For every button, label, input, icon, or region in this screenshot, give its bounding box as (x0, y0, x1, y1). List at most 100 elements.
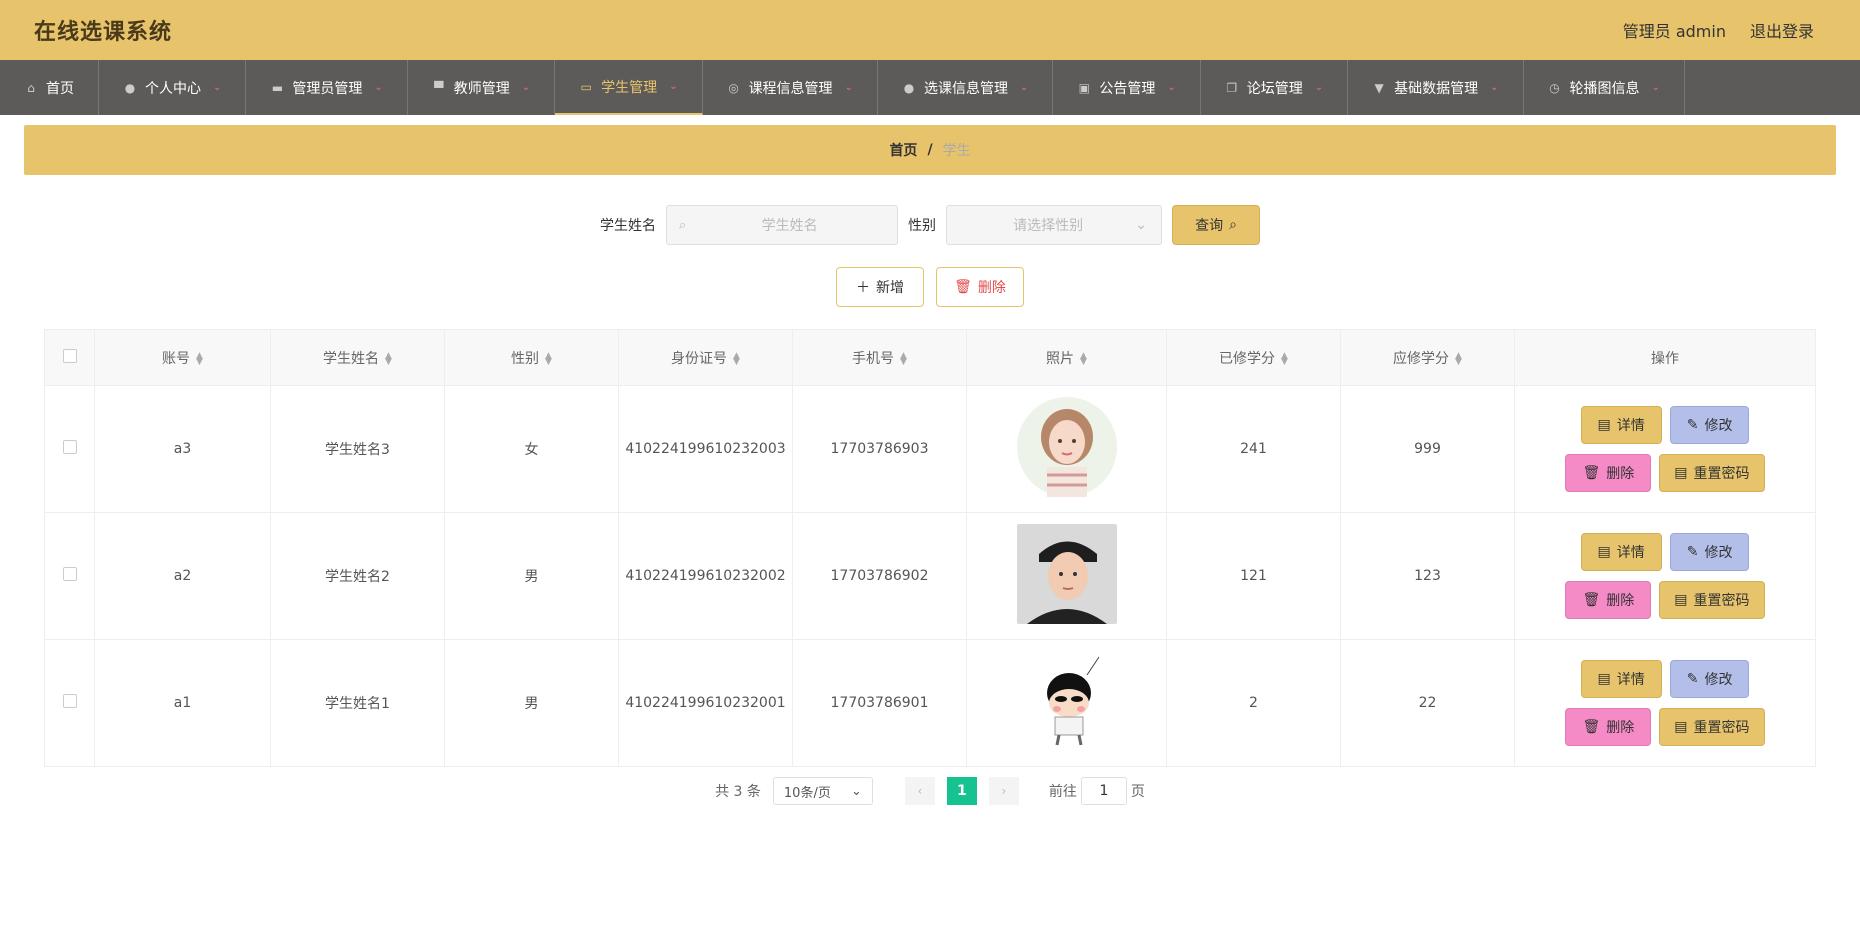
cell-earned: 241 (1166, 385, 1341, 513)
chevron-down-icon: ⌄ (1490, 82, 1499, 93)
nav-label: 教师管理 (453, 80, 510, 97)
nav-item-teachers[interactable]: ▀ 教师管理 ⌄ (408, 60, 556, 115)
reset-password-button[interactable]: ▤ 重置密码 (1659, 708, 1765, 746)
pencil-icon: ✎ (1686, 417, 1699, 433)
row-select-cell (44, 385, 95, 513)
cartoon-boy-image[interactable] (1016, 651, 1117, 751)
reset-password-button[interactable]: ▤ 重置密码 (1659, 581, 1765, 619)
col-phone[interactable]: 手机号 ▲ ▼ (792, 329, 967, 386)
name-search-input[interactable]: ⌕ 学生姓名 (666, 205, 898, 245)
search-bar: 学生姓名 ⌕ 学生姓名 性别 请选择性别 ⌄ 查询 ⌕ (24, 205, 1836, 245)
delete-button[interactable]: 🗑 删除 (936, 267, 1024, 307)
trash-icon: 🗑 (1582, 465, 1601, 481)
table-row: a1 学生姓名1 男 410224199610232001 1770378690… (44, 639, 1816, 767)
cell-required: 22 (1340, 639, 1515, 767)
logout-link[interactable]: 退出登录 (1750, 18, 1814, 42)
col-earned[interactable]: 已修学分 ▲ ▼ (1166, 329, 1341, 386)
nav-label: 首页 (46, 80, 74, 97)
action-bar: ＋ 新增 🗑 删除 (24, 267, 1836, 307)
edit-button[interactable]: ✎ 修改 (1669, 406, 1750, 444)
edit-button[interactable]: ✎ 修改 (1669, 660, 1750, 698)
nav-item-selections[interactable]: ● 选课信息管理 ⌄ (878, 60, 1054, 115)
detail-button[interactable]: ▤ 详情 (1580, 660, 1662, 698)
chevron-down-icon: ⌄ (669, 81, 678, 92)
nav-item-students[interactable]: ▭ 学生管理 ⌄ (555, 60, 703, 115)
nav-label: 论坛管理 (1246, 80, 1303, 97)
compass-icon: ◎ (728, 80, 739, 95)
detail-button[interactable]: ▤ 详情 (1580, 533, 1662, 571)
select-all-checkbox[interactable] (62, 348, 77, 363)
row-checkbox[interactable] (62, 440, 77, 454)
sort-icon: ▲ ▼ (545, 350, 552, 367)
document-icon: ▤ (1597, 544, 1611, 560)
cell-name: 学生姓名1 (270, 639, 445, 767)
col-gender[interactable]: 性别 ▲ ▼ (444, 329, 619, 386)
page-size-select[interactable]: 10条/页 ⌄ (772, 777, 873, 805)
sort-icon: ▲ ▼ (733, 350, 740, 367)
nav-label: 学生管理 (601, 79, 658, 96)
sort-icon: ▲ ▼ (1455, 350, 1462, 367)
prev-page-button[interactable]: ‹ (904, 777, 935, 805)
clock-icon: ◷ (1549, 80, 1560, 95)
row-delete-button[interactable]: 🗑 删除 (1565, 581, 1652, 619)
user-label: 管理员 admin (1622, 22, 1726, 41)
page-size-value: 10条/页 (783, 785, 831, 801)
breadcrumb: 首页 / 学生 (24, 125, 1836, 175)
girl-avatar-image[interactable] (1016, 397, 1117, 497)
cell-gender: 男 (444, 639, 619, 767)
row-checkbox[interactable] (62, 567, 77, 581)
pencil-icon: ✎ (1686, 544, 1699, 560)
nav-item-forum[interactable]: ❐ 论坛管理 ⌄ (1201, 60, 1349, 115)
student-table: 账号 ▲ ▼ 学生姓名 ▲ ▼ 性别 ▲ ▼ 身份证号 ▲ ▼ 手机号 ▲ ▼ 照片 ▲ ▼ 已修学分 ▲… (44, 329, 1816, 767)
reset-password-button[interactable]: ▤ 重置密码 (1659, 454, 1765, 492)
col-idcard[interactable]: 身份证号 ▲ ▼ (618, 329, 793, 386)
cell-name: 学生姓名3 (270, 385, 445, 513)
delete-label: 删除 (977, 280, 1006, 296)
breadcrumb-separator: / (927, 142, 933, 158)
edit-button[interactable]: ✎ 修改 (1669, 533, 1750, 571)
sort-icon: ▲ ▼ (1281, 350, 1288, 367)
name-label: 学生姓名 (600, 218, 656, 234)
nav-item-home[interactable]: ⌂ 首页 (0, 60, 99, 115)
col-name[interactable]: 学生姓名 ▲ ▼ (270, 329, 445, 386)
nav-label: 公告管理 (1099, 80, 1156, 97)
row-delete-button[interactable]: 🗑 删除 (1565, 708, 1652, 746)
sort-icon: ▲ ▼ (1080, 350, 1087, 367)
add-button[interactable]: ＋ 新增 (836, 267, 924, 307)
page-number-current[interactable]: 1 (946, 777, 977, 805)
query-button[interactable]: 查询 ⌕ (1172, 205, 1260, 245)
nav-label: 管理员管理 (292, 80, 363, 97)
row-checkbox[interactable] (62, 694, 77, 708)
cell-name: 学生姓名2 (270, 512, 445, 640)
col-photo[interactable]: 照片 ▲ ▼ (966, 329, 1167, 386)
nav-item-personal[interactable]: ● 个人中心 ⌄ (99, 60, 247, 115)
col-account[interactable]: 账号 ▲ ▼ (94, 329, 271, 386)
chevron-down-icon: ⌄ (1167, 82, 1176, 93)
col-required[interactable]: 应修学分 ▲ ▼ (1340, 329, 1515, 386)
cell-actions: ▤ 详情 ✎ 修改 🗑 删除 ▤ 重置密码 (1514, 639, 1816, 767)
gender-select[interactable]: 请选择性别 ⌄ (946, 205, 1162, 245)
copy-icon: ❐ (1226, 80, 1238, 95)
chevron-right-icon: › (1001, 784, 1007, 798)
next-page-button[interactable]: › (988, 777, 1019, 805)
nav-item-carousel[interactable]: ◷ 轮播图信息 ⌄ (1524, 60, 1685, 115)
trash-icon: 🗑 (1582, 592, 1601, 608)
brush-icon: ▼ (1374, 80, 1384, 95)
man-photo-image[interactable] (1016, 524, 1117, 624)
nav-item-notices[interactable]: ▣ 公告管理 ⌄ (1053, 60, 1201, 115)
cell-actions: ▤ 详情 ✎ 修改 🗑 删除 ▤ 重置密码 (1514, 385, 1816, 513)
nav-item-basedata[interactable]: ▼ 基础数据管理 ⌄ (1348, 60, 1524, 115)
cell-phone: 17703786903 (792, 385, 967, 513)
trash-icon: 🗑 (1582, 719, 1601, 735)
gender-placeholder: 请选择性别 (1013, 218, 1084, 234)
detail-button[interactable]: ▤ 详情 (1580, 406, 1662, 444)
nav-item-admins[interactable]: ▬ 管理员管理 ⌄ (246, 60, 408, 115)
row-delete-button[interactable]: 🗑 删除 (1565, 454, 1652, 492)
ticket-icon: ▬ (271, 80, 284, 95)
pencil-icon: ✎ (1686, 671, 1699, 687)
breadcrumb-home[interactable]: 首页 (889, 140, 917, 160)
goto-page-input[interactable]: 1 (1080, 777, 1127, 805)
total-count: 共 3 条 (715, 784, 761, 800)
cell-actions: ▤ 详情 ✎ 修改 🗑 删除 ▤ 重置密码 (1514, 512, 1816, 640)
nav-item-courses[interactable]: ◎ 课程信息管理 ⌄ (703, 60, 878, 115)
